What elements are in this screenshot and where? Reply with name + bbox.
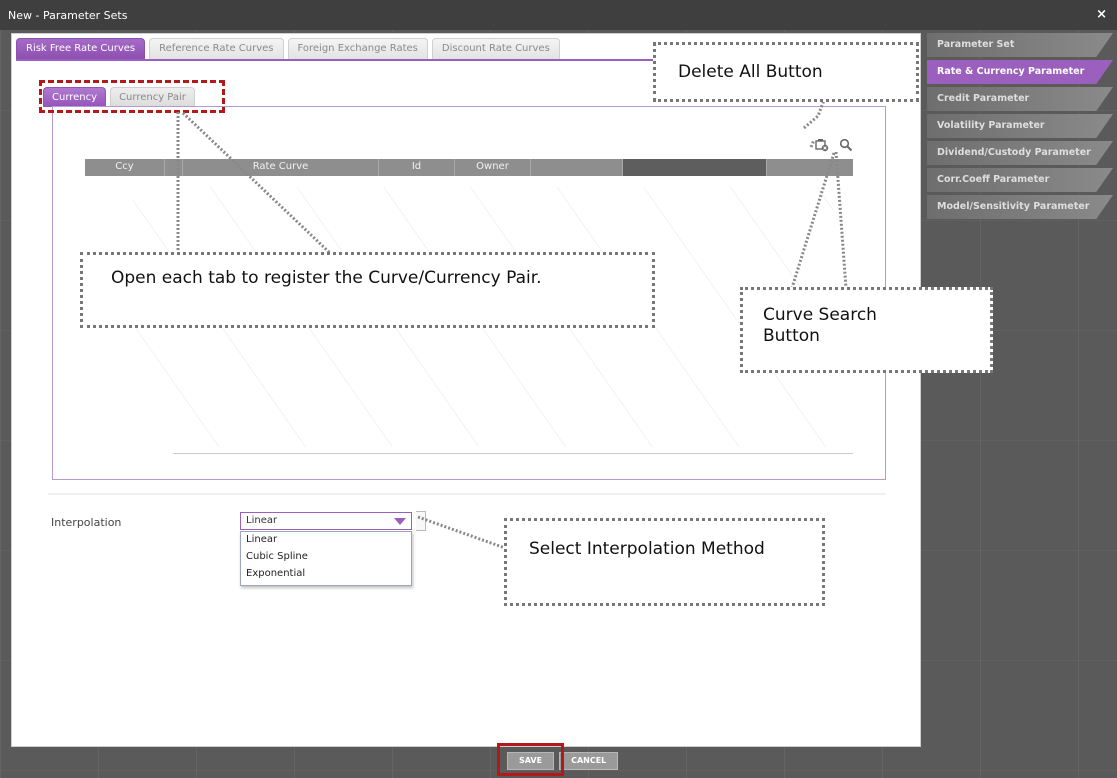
section-separator: [48, 493, 886, 495]
nav-volatility-parameter[interactable]: Volatility Parameter: [927, 114, 1113, 138]
option-cubic-spline[interactable]: Cubic Spline: [241, 549, 411, 566]
close-icon[interactable]: ×: [1096, 7, 1107, 22]
top-tab-bar: Risk Free Rate Curves Reference Rate Cur…: [16, 38, 560, 60]
nav-corr-coeff-parameter[interactable]: Corr.Coeff Parameter: [927, 168, 1113, 192]
parameter-set-dialog: Risk Free Rate Curves Reference Rate Cur…: [11, 33, 921, 747]
parameter-nav: Parameter Set Rate & Currency Parameter …: [927, 33, 1113, 222]
tab-discount-rate-curves[interactable]: Discount Rate Curves: [431, 38, 560, 59]
annotation-delete-all: Delete All Button: [653, 42, 919, 102]
column-header-ccy[interactable]: Ccy: [85, 159, 165, 176]
annotation-tabs-note: Open each tab to register the Curve/Curr…: [80, 252, 655, 328]
tab-risk-free-rate-curves[interactable]: Risk Free Rate Curves: [16, 38, 146, 59]
interpolation-select[interactable]: Linear: [240, 512, 412, 530]
nav-rate-currency-parameter[interactable]: Rate & Currency Parameter: [927, 60, 1113, 84]
column-header-owner[interactable]: Owner: [455, 159, 531, 176]
option-exponential[interactable]: Exponential: [241, 566, 411, 583]
interpolation-dropdown: Linear Cubic Spline Exponential: [240, 531, 412, 586]
nav-credit-parameter[interactable]: Credit Parameter: [927, 87, 1113, 111]
annotation-curve-search-text: Curve Search Button: [763, 305, 877, 346]
annotation-interpolation: Select Interpolation Method: [504, 518, 825, 606]
column-header-id[interactable]: Id: [379, 159, 455, 176]
subtabs-highlight-box: [39, 80, 225, 113]
nav-parameter-set[interactable]: Parameter Set: [927, 33, 1113, 57]
column-header-dark: [623, 159, 767, 176]
column-header-spacer: [165, 159, 183, 176]
annotation-interpolation-text: Select Interpolation Method: [529, 539, 765, 559]
delete-all-icon[interactable]: [815, 138, 829, 152]
window-titlebar: New - Parameter Sets ×: [0, 0, 1117, 30]
save-highlight-box: [497, 743, 564, 776]
search-icon[interactable]: [839, 138, 853, 152]
window-title: New - Parameter Sets: [8, 9, 128, 22]
interpolation-label: Interpolation: [51, 516, 122, 529]
interpolation-selected-value: Linear: [246, 515, 278, 526]
grid-bottom-line: [173, 453, 853, 454]
nav-model-sensitivity-parameter[interactable]: Model/Sensitivity Parameter: [927, 195, 1113, 219]
annotation-tabs-text: Open each tab to register the Curve/Curr…: [111, 268, 542, 288]
grid-toolbar: [815, 138, 853, 152]
chevron-down-icon[interactable]: [394, 518, 406, 525]
nav-dividend-custody-parameter[interactable]: Dividend/Custody Parameter: [927, 141, 1113, 165]
select-side-handle: [416, 511, 426, 531]
column-header-rate-curve[interactable]: Rate Curve: [183, 159, 379, 176]
annotation-curve-search: Curve Search Button: [740, 287, 993, 373]
cancel-button[interactable]: CANCEL: [559, 752, 619, 770]
grid-header-row: Ccy Rate Curve Id Owner: [85, 159, 853, 176]
option-linear[interactable]: Linear: [241, 532, 411, 549]
column-header-blank: [531, 159, 623, 176]
column-header-end: [767, 159, 853, 176]
tab-foreign-exchange-rates[interactable]: Foreign Exchange Rates: [287, 38, 428, 59]
tab-reference-rate-curves[interactable]: Reference Rate Curves: [149, 38, 284, 59]
